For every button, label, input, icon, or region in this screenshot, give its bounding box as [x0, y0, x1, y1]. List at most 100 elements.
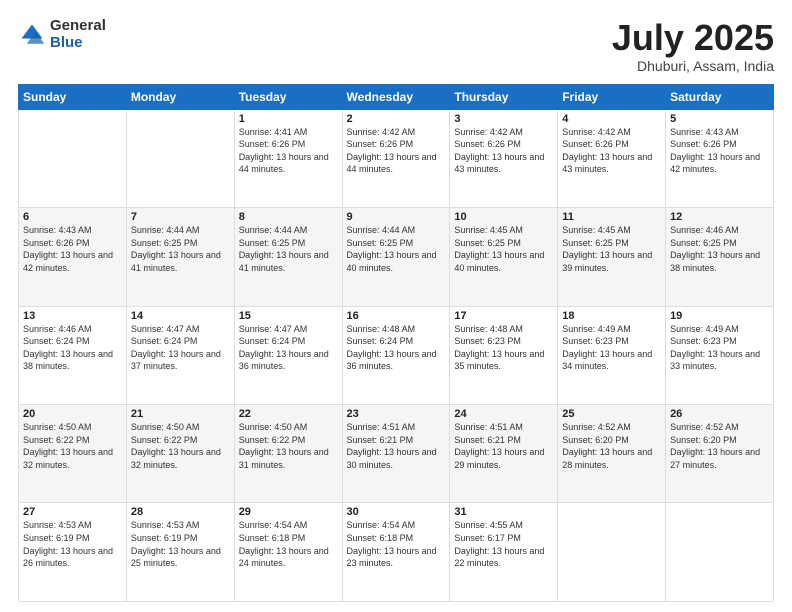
week-row-5: 27Sunrise: 4:53 AMSunset: 6:19 PMDayligh…: [19, 503, 774, 602]
logo-general: General: [50, 18, 106, 35]
day-info: Sunrise: 4:50 AMSunset: 6:22 PMDaylight:…: [131, 421, 230, 471]
day-info: Sunrise: 4:51 AMSunset: 6:21 PMDaylight:…: [454, 421, 553, 471]
day-number: 20: [23, 408, 122, 420]
day-number: 5: [670, 113, 769, 125]
day-number: 7: [131, 211, 230, 223]
col-friday: Friday: [558, 84, 666, 109]
title-block: July 2025 Dhuburi, Assam, India: [612, 18, 774, 74]
day-info: Sunrise: 4:42 AMSunset: 6:26 PMDaylight:…: [347, 126, 446, 176]
cell-2-6: 19Sunrise: 4:49 AMSunset: 6:23 PMDayligh…: [666, 306, 774, 404]
day-number: 9: [347, 211, 446, 223]
day-number: 29: [239, 506, 338, 518]
logo-blue: Blue: [50, 35, 106, 52]
cell-3-4: 24Sunrise: 4:51 AMSunset: 6:21 PMDayligh…: [450, 405, 558, 503]
day-number: 24: [454, 408, 553, 420]
day-info: Sunrise: 4:51 AMSunset: 6:21 PMDaylight:…: [347, 421, 446, 471]
day-number: 4: [562, 113, 661, 125]
day-number: 18: [562, 310, 661, 322]
day-number: 15: [239, 310, 338, 322]
day-info: Sunrise: 4:45 AMSunset: 6:25 PMDaylight:…: [454, 224, 553, 274]
calendar-table: Sunday Monday Tuesday Wednesday Thursday…: [18, 84, 774, 602]
day-number: 3: [454, 113, 553, 125]
day-number: 8: [239, 211, 338, 223]
day-info: Sunrise: 4:44 AMSunset: 6:25 PMDaylight:…: [347, 224, 446, 274]
day-number: 27: [23, 506, 122, 518]
cell-3-5: 25Sunrise: 4:52 AMSunset: 6:20 PMDayligh…: [558, 405, 666, 503]
cell-3-0: 20Sunrise: 4:50 AMSunset: 6:22 PMDayligh…: [19, 405, 127, 503]
day-number: 12: [670, 211, 769, 223]
cell-1-6: 12Sunrise: 4:46 AMSunset: 6:25 PMDayligh…: [666, 208, 774, 306]
week-row-2: 6Sunrise: 4:43 AMSunset: 6:26 PMDaylight…: [19, 208, 774, 306]
day-info: Sunrise: 4:54 AMSunset: 6:18 PMDaylight:…: [347, 519, 446, 569]
cell-1-5: 11Sunrise: 4:45 AMSunset: 6:25 PMDayligh…: [558, 208, 666, 306]
day-number: 17: [454, 310, 553, 322]
col-wednesday: Wednesday: [342, 84, 450, 109]
day-info: Sunrise: 4:47 AMSunset: 6:24 PMDaylight:…: [239, 323, 338, 373]
day-number: 21: [131, 408, 230, 420]
cell-1-1: 7Sunrise: 4:44 AMSunset: 6:25 PMDaylight…: [126, 208, 234, 306]
calendar-header-row: Sunday Monday Tuesday Wednesday Thursday…: [19, 84, 774, 109]
day-info: Sunrise: 4:45 AMSunset: 6:25 PMDaylight:…: [562, 224, 661, 274]
day-info: Sunrise: 4:53 AMSunset: 6:19 PMDaylight:…: [23, 519, 122, 569]
day-number: 16: [347, 310, 446, 322]
day-info: Sunrise: 4:48 AMSunset: 6:23 PMDaylight:…: [454, 323, 553, 373]
cell-2-5: 18Sunrise: 4:49 AMSunset: 6:23 PMDayligh…: [558, 306, 666, 404]
day-info: Sunrise: 4:46 AMSunset: 6:24 PMDaylight:…: [23, 323, 122, 373]
cell-4-0: 27Sunrise: 4:53 AMSunset: 6:19 PMDayligh…: [19, 503, 127, 602]
cell-4-1: 28Sunrise: 4:53 AMSunset: 6:19 PMDayligh…: [126, 503, 234, 602]
day-info: Sunrise: 4:48 AMSunset: 6:24 PMDaylight:…: [347, 323, 446, 373]
subtitle: Dhuburi, Assam, India: [612, 58, 774, 74]
day-number: 19: [670, 310, 769, 322]
cell-3-6: 26Sunrise: 4:52 AMSunset: 6:20 PMDayligh…: [666, 405, 774, 503]
day-number: 10: [454, 211, 553, 223]
cell-0-5: 4Sunrise: 4:42 AMSunset: 6:26 PMDaylight…: [558, 109, 666, 207]
cell-1-2: 8Sunrise: 4:44 AMSunset: 6:25 PMDaylight…: [234, 208, 342, 306]
day-info: Sunrise: 4:52 AMSunset: 6:20 PMDaylight:…: [670, 421, 769, 471]
day-number: 28: [131, 506, 230, 518]
day-info: Sunrise: 4:53 AMSunset: 6:19 PMDaylight:…: [131, 519, 230, 569]
day-info: Sunrise: 4:50 AMSunset: 6:22 PMDaylight:…: [23, 421, 122, 471]
day-number: 25: [562, 408, 661, 420]
logo-text: General Blue: [50, 18, 106, 51]
day-info: Sunrise: 4:52 AMSunset: 6:20 PMDaylight:…: [562, 421, 661, 471]
day-number: 23: [347, 408, 446, 420]
cell-0-2: 1Sunrise: 4:41 AMSunset: 6:26 PMDaylight…: [234, 109, 342, 207]
day-info: Sunrise: 4:54 AMSunset: 6:18 PMDaylight:…: [239, 519, 338, 569]
week-row-1: 1Sunrise: 4:41 AMSunset: 6:26 PMDaylight…: [19, 109, 774, 207]
day-info: Sunrise: 4:49 AMSunset: 6:23 PMDaylight:…: [562, 323, 661, 373]
col-monday: Monday: [126, 84, 234, 109]
logo: General Blue: [18, 18, 106, 51]
cell-4-6: [666, 503, 774, 602]
day-number: 26: [670, 408, 769, 420]
col-saturday: Saturday: [666, 84, 774, 109]
main-title: July 2025: [612, 18, 774, 58]
col-thursday: Thursday: [450, 84, 558, 109]
day-number: 1: [239, 113, 338, 125]
cell-0-3: 2Sunrise: 4:42 AMSunset: 6:26 PMDaylight…: [342, 109, 450, 207]
day-info: Sunrise: 4:42 AMSunset: 6:26 PMDaylight:…: [562, 126, 661, 176]
col-sunday: Sunday: [19, 84, 127, 109]
cell-4-4: 31Sunrise: 4:55 AMSunset: 6:17 PMDayligh…: [450, 503, 558, 602]
day-info: Sunrise: 4:43 AMSunset: 6:26 PMDaylight:…: [23, 224, 122, 274]
day-number: 30: [347, 506, 446, 518]
day-info: Sunrise: 4:50 AMSunset: 6:22 PMDaylight:…: [239, 421, 338, 471]
day-info: Sunrise: 4:43 AMSunset: 6:26 PMDaylight:…: [670, 126, 769, 176]
week-row-3: 13Sunrise: 4:46 AMSunset: 6:24 PMDayligh…: [19, 306, 774, 404]
day-info: Sunrise: 4:46 AMSunset: 6:25 PMDaylight:…: [670, 224, 769, 274]
day-info: Sunrise: 4:42 AMSunset: 6:26 PMDaylight:…: [454, 126, 553, 176]
page: General Blue July 2025 Dhuburi, Assam, I…: [0, 0, 792, 612]
cell-0-0: [19, 109, 127, 207]
cell-1-0: 6Sunrise: 4:43 AMSunset: 6:26 PMDaylight…: [19, 208, 127, 306]
cell-2-4: 17Sunrise: 4:48 AMSunset: 6:23 PMDayligh…: [450, 306, 558, 404]
cell-3-1: 21Sunrise: 4:50 AMSunset: 6:22 PMDayligh…: [126, 405, 234, 503]
day-number: 6: [23, 211, 122, 223]
week-row-4: 20Sunrise: 4:50 AMSunset: 6:22 PMDayligh…: [19, 405, 774, 503]
cell-2-3: 16Sunrise: 4:48 AMSunset: 6:24 PMDayligh…: [342, 306, 450, 404]
day-info: Sunrise: 4:47 AMSunset: 6:24 PMDaylight:…: [131, 323, 230, 373]
cell-1-3: 9Sunrise: 4:44 AMSunset: 6:25 PMDaylight…: [342, 208, 450, 306]
cell-3-3: 23Sunrise: 4:51 AMSunset: 6:21 PMDayligh…: [342, 405, 450, 503]
cell-0-1: [126, 109, 234, 207]
day-number: 14: [131, 310, 230, 322]
cell-4-2: 29Sunrise: 4:54 AMSunset: 6:18 PMDayligh…: [234, 503, 342, 602]
header: General Blue July 2025 Dhuburi, Assam, I…: [18, 18, 774, 74]
